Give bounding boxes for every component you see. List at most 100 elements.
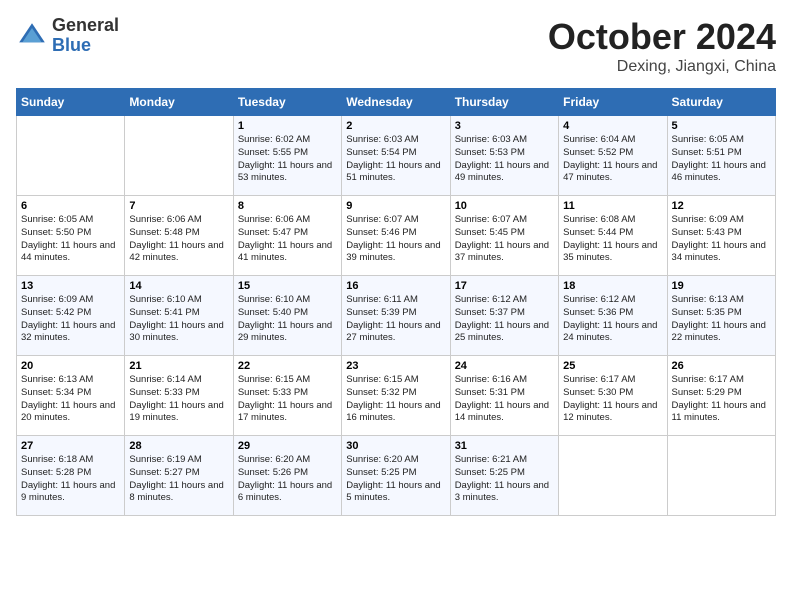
day-number: 10 [455, 200, 554, 212]
calendar-cell: 28Sunrise: 6:19 AM Sunset: 5:27 PM Dayli… [125, 436, 233, 516]
day-info: Sunrise: 6:13 AM Sunset: 5:35 PM Dayligh… [672, 294, 771, 345]
day-number: 4 [563, 120, 662, 132]
day-info: Sunrise: 6:16 AM Sunset: 5:31 PM Dayligh… [455, 374, 554, 425]
header-thursday: Thursday [450, 89, 558, 116]
day-number: 25 [563, 360, 662, 372]
calendar-cell: 10 Sunrise: 6:07 AM Sunset: 5:45 PM Dayli… [450, 196, 558, 276]
day-number: 3 [455, 120, 554, 132]
day-number: 2 [346, 120, 445, 132]
day-info: Sunrise: 6:08 AM Sunset: 5:44 PM Dayligh… [563, 214, 662, 265]
calendar-cell: 18 Sunrise: 6:12 AM Sunset: 5:36 PM Dayli… [559, 276, 667, 356]
day-info: Sunrise: 6:17 AM Sunset: 5:29 PM Dayligh… [672, 374, 771, 425]
day-info: Sunrise: 6:21 AM Sunset: 5:25 PM Dayligh… [455, 454, 554, 505]
day-number: 6 [21, 200, 120, 212]
calendar-cell: 20Sunrise: 6:13 AM Sunset: 5:34 PM Dayli… [17, 356, 125, 436]
calendar-week-1: 1Sunrise: 6:02 AM Sunset: 5:55 PM Daylig… [17, 116, 776, 196]
calendar-body: 1Sunrise: 6:02 AM Sunset: 5:55 PM Daylig… [17, 116, 776, 516]
day-number: 23 [346, 360, 445, 372]
day-info: Sunrise: 6:10 AM Sunset: 5:40 PM Dayligh… [238, 294, 337, 345]
day-number: 29 [238, 440, 337, 452]
calendar-cell: 17Sunrise: 6:12 AM Sunset: 5:37 PM Dayli… [450, 276, 558, 356]
month-title: October 2024 [548, 16, 776, 58]
day-number: 26 [672, 360, 771, 372]
day-info: Sunrise: 6:20 AM Sunset: 5:26 PM Dayligh… [238, 454, 337, 505]
header-tuesday: Tuesday [233, 89, 341, 116]
day-info: Sunrise: 6:02 AM Sunset: 5:55 PM Dayligh… [238, 134, 337, 185]
day-number: 14 [129, 280, 228, 292]
calendar-cell: 14 Sunrise: 6:10 AM Sunset: 5:41 PM Dayli… [125, 276, 233, 356]
calendar-cell: 7 Sunrise: 6:06 AM Sunset: 5:48 PM Daylig… [125, 196, 233, 276]
calendar-cell: 19 Sunrise: 6:13 AM Sunset: 5:35 PM Dayli… [667, 276, 775, 356]
header-friday: Friday [559, 89, 667, 116]
day-number: 18 [563, 280, 662, 292]
day-info: Sunrise: 6:07 AM Sunset: 5:45 PM Dayligh… [455, 214, 554, 265]
calendar-cell: 27 Sunrise: 6:18 AM Sunset: 5:28 PM Dayli… [17, 436, 125, 516]
day-number: 30 [346, 440, 445, 452]
calendar-header: Sunday Monday Tuesday Wednesday Thursday… [17, 89, 776, 116]
day-info: Sunrise: 6:07 AM Sunset: 5:46 PM Dayligh… [346, 214, 445, 265]
logo-general: General [52, 16, 119, 36]
day-info: Sunrise: 6:17 AM Sunset: 5:30 PM Dayligh… [563, 374, 662, 425]
day-number: 5 [672, 120, 771, 132]
day-number: 22 [238, 360, 337, 372]
day-info: Sunrise: 6:05 AM Sunset: 5:51 PM Dayligh… [672, 134, 771, 185]
calendar-table: Sunday Monday Tuesday Wednesday Thursday… [16, 88, 776, 516]
calendar-cell: 8 Sunrise: 6:06 AM Sunset: 5:47 PM Daylig… [233, 196, 341, 276]
day-info: Sunrise: 6:10 AM Sunset: 5:41 PM Dayligh… [129, 294, 228, 345]
day-number: 8 [238, 200, 337, 212]
header-sunday: Sunday [17, 89, 125, 116]
day-number: 31 [455, 440, 554, 452]
calendar-cell: 30 Sunrise: 6:20 AM Sunset: 5:25 PM Dayli… [342, 436, 450, 516]
day-number: 27 [21, 440, 120, 452]
day-number: 21 [129, 360, 228, 372]
day-info: Sunrise: 6:15 AM Sunset: 5:32 PM Dayligh… [346, 374, 445, 425]
day-number: 28 [129, 440, 228, 452]
header-row: Sunday Monday Tuesday Wednesday Thursday… [17, 89, 776, 116]
calendar-cell: 24Sunrise: 6:16 AM Sunset: 5:31 PM Dayli… [450, 356, 558, 436]
day-info: Sunrise: 6:09 AM Sunset: 5:42 PM Dayligh… [21, 294, 120, 345]
calendar-cell: 26 Sunrise: 6:17 AM Sunset: 5:29 PM Dayli… [667, 356, 775, 436]
header-wednesday: Wednesday [342, 89, 450, 116]
day-info: Sunrise: 6:14 AM Sunset: 5:33 PM Dayligh… [129, 374, 228, 425]
calendar-week-3: 13 Sunrise: 6:09 AM Sunset: 5:42 PM Dayli… [17, 276, 776, 356]
day-info: Sunrise: 6:06 AM Sunset: 5:48 PM Dayligh… [129, 214, 228, 265]
calendar-cell: 9 Sunrise: 6:07 AM Sunset: 5:46 PM Daylig… [342, 196, 450, 276]
day-number: 7 [129, 200, 228, 212]
day-info: Sunrise: 6:05 AM Sunset: 5:50 PM Dayligh… [21, 214, 120, 265]
day-number: 19 [672, 280, 771, 292]
header-monday: Monday [125, 89, 233, 116]
calendar-cell: 25 Sunrise: 6:17 AM Sunset: 5:30 PM Dayli… [559, 356, 667, 436]
day-number: 15 [238, 280, 337, 292]
day-info: Sunrise: 6:20 AM Sunset: 5:25 PM Dayligh… [346, 454, 445, 505]
day-info: Sunrise: 6:09 AM Sunset: 5:43 PM Dayligh… [672, 214, 771, 265]
calendar-week-4: 20Sunrise: 6:13 AM Sunset: 5:34 PM Dayli… [17, 356, 776, 436]
calendar-cell: 6 Sunrise: 6:05 AM Sunset: 5:50 PM Daylig… [17, 196, 125, 276]
day-info: Sunrise: 6:06 AM Sunset: 5:47 PM Dayligh… [238, 214, 337, 265]
calendar-cell: 29 Sunrise: 6:20 AM Sunset: 5:26 PM Dayli… [233, 436, 341, 516]
title-block: October 2024 Dexing, Jiangxi, China [548, 16, 776, 76]
day-info: Sunrise: 6:03 AM Sunset: 5:54 PM Dayligh… [346, 134, 445, 185]
calendar-cell [667, 436, 775, 516]
calendar-cell: 3 Sunrise: 6:03 AM Sunset: 5:53 PM Daylig… [450, 116, 558, 196]
day-number: 13 [21, 280, 120, 292]
calendar-cell: 11 Sunrise: 6:08 AM Sunset: 5:44 PM Dayli… [559, 196, 667, 276]
header-saturday: Saturday [667, 89, 775, 116]
calendar-cell: 5 Sunrise: 6:05 AM Sunset: 5:51 PM Daylig… [667, 116, 775, 196]
day-info: Sunrise: 6:11 AM Sunset: 5:39 PM Dayligh… [346, 294, 445, 345]
calendar-cell: 16Sunrise: 6:11 AM Sunset: 5:39 PM Dayli… [342, 276, 450, 356]
calendar-cell [125, 116, 233, 196]
day-info: Sunrise: 6:15 AM Sunset: 5:33 PM Dayligh… [238, 374, 337, 425]
calendar-cell [17, 116, 125, 196]
day-info: Sunrise: 6:03 AM Sunset: 5:53 PM Dayligh… [455, 134, 554, 185]
calendar-cell: 1Sunrise: 6:02 AM Sunset: 5:55 PM Daylig… [233, 116, 341, 196]
day-number: 9 [346, 200, 445, 212]
calendar-cell: 4Sunrise: 6:04 AM Sunset: 5:52 PM Daylig… [559, 116, 667, 196]
day-info: Sunrise: 6:12 AM Sunset: 5:36 PM Dayligh… [563, 294, 662, 345]
logo-text: General Blue [52, 16, 119, 56]
calendar-week-2: 6 Sunrise: 6:05 AM Sunset: 5:50 PM Daylig… [17, 196, 776, 276]
calendar-cell: 23 Sunrise: 6:15 AM Sunset: 5:32 PM Dayli… [342, 356, 450, 436]
calendar-cell: 12Sunrise: 6:09 AM Sunset: 5:43 PM Dayli… [667, 196, 775, 276]
day-info: Sunrise: 6:18 AM Sunset: 5:28 PM Dayligh… [21, 454, 120, 505]
calendar-cell: 22 Sunrise: 6:15 AM Sunset: 5:33 PM Dayli… [233, 356, 341, 436]
day-number: 11 [563, 200, 662, 212]
